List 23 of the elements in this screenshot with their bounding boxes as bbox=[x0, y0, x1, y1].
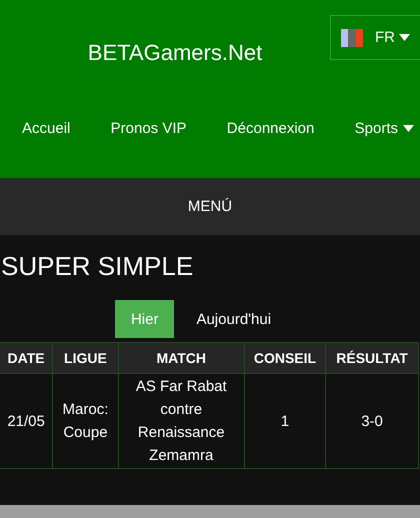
nav-link[interactable]: Sports bbox=[354, 120, 414, 137]
table-cell: 1 bbox=[244, 374, 326, 468]
table-cell: Maroc: Coupe bbox=[52, 374, 118, 468]
table-cell: 21/05 bbox=[0, 374, 53, 468]
nav-link[interactable]: Accueil bbox=[22, 120, 70, 137]
nav-link[interactable]: Déconnexion bbox=[226, 120, 314, 137]
column-header: MATCH bbox=[118, 342, 244, 374]
site-logo[interactable]: BETAGamers.Net bbox=[0, 40, 330, 66]
column-header: DATE bbox=[0, 342, 53, 374]
day-tab[interactable]: Hier bbox=[114, 300, 174, 338]
page-title: SUPER SIMPLE bbox=[1, 251, 194, 282]
caret-icon bbox=[403, 125, 414, 132]
day-tab[interactable]: Aujourd'hui bbox=[180, 300, 288, 338]
column-header: CONSEIL bbox=[244, 342, 326, 374]
column-header: RÉSULTAT bbox=[326, 342, 418, 374]
table-cell: AS Far Rabat contre Renaissance Zemamra bbox=[118, 374, 244, 468]
nav-link[interactable]: Pronos VIP bbox=[110, 120, 187, 137]
menu-bar[interactable]: MENÚ bbox=[0, 178, 420, 235]
language-selector[interactable]: FR bbox=[330, 15, 420, 60]
column-header: LIGUE bbox=[52, 342, 118, 374]
flag-icon bbox=[341, 28, 363, 46]
table-cell: 3-0 bbox=[326, 374, 418, 468]
caret-icon bbox=[399, 34, 410, 41]
